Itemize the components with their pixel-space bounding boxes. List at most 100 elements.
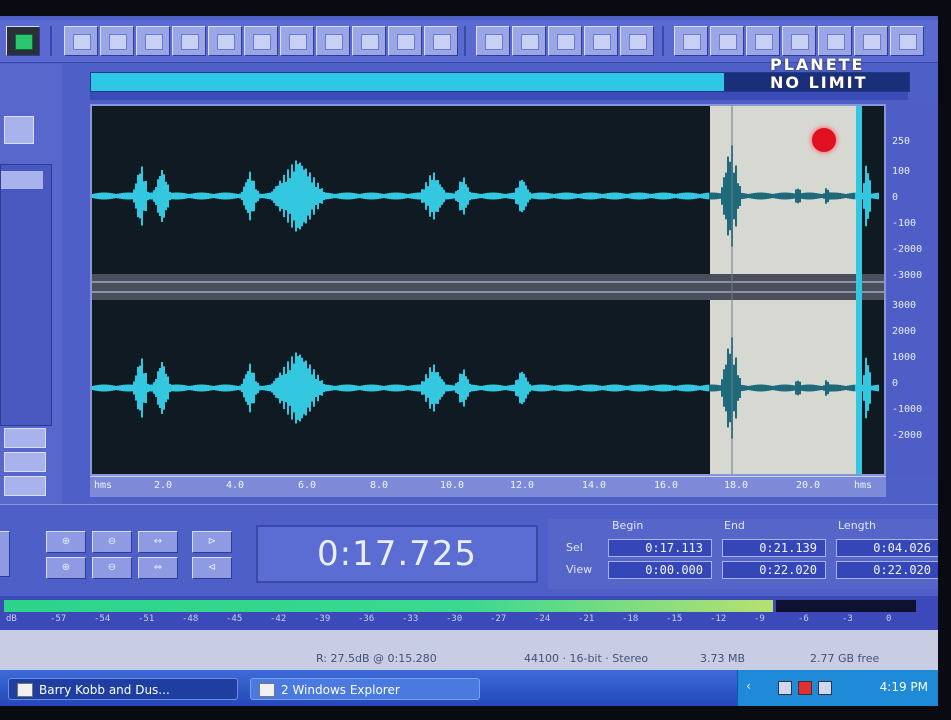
playback-cursor[interactable] — [856, 106, 862, 474]
cut-icon — [145, 34, 163, 50]
time-tick-label: 4.0 — [226, 480, 245, 491]
zoom-selection-button[interactable]: ⇔ — [138, 557, 178, 579]
multitrack-icon — [15, 34, 33, 50]
selection-length-field[interactable]: 0:04.026 — [836, 539, 938, 557]
effect-button-5[interactable] — [818, 26, 852, 56]
effect-button-3[interactable] — [746, 26, 780, 56]
channel-divider — [92, 274, 884, 300]
taskbar-item[interactable]: 2 Windows Explorer — [250, 678, 480, 700]
length-column-header: Length — [838, 519, 876, 532]
folder-icon — [259, 683, 275, 697]
effect-button-2[interactable] — [710, 26, 744, 56]
taskbar-item-label: Barry Kobb and Dus... — [39, 683, 170, 697]
transport-edge-button[interactable] — [0, 531, 10, 577]
selection-view-panel: Begin End Length Sel 0:17.113 0:21.139 0… — [548, 519, 938, 589]
zoom-full-button[interactable]: ↔ — [138, 531, 178, 553]
transport-panel: ⊕ ⊖ ↔ ⊕ ⊖ ⇔ ⊳ ⊲ 0:17.725 Begin End Lengt… — [0, 504, 938, 597]
level-meter: dB -57 -54 -51 -48 -45 -42 -39 -36 -33 -30 -27 -24 -2… — [0, 596, 938, 630]
windows-taskbar: Barry Kobb and Dus... 2 Windows Explorer… — [0, 670, 938, 706]
level-scale-label: -21 — [578, 614, 595, 624]
network-icon[interactable] — [778, 681, 792, 695]
mix-paste-button[interactable] — [280, 26, 314, 56]
zoom-left-button[interactable]: ⊳ — [192, 531, 232, 553]
level-scale-label: -9 — [754, 614, 765, 624]
effect-icon — [719, 34, 737, 50]
effect-button-6[interactable] — [854, 26, 888, 56]
view-end-field[interactable]: 0:22.020 — [722, 561, 826, 579]
toolbar-separator — [662, 26, 664, 56]
tray-clock: 4:19 PM — [879, 680, 928, 694]
level-meter-scale: dB -57 -54 -51 -48 -45 -42 -39 -36 -33 -30 -27 -24 -2… — [0, 614, 938, 628]
end-column-header: End — [724, 519, 745, 532]
settings-button[interactable] — [584, 26, 618, 56]
heart-logo-icon — [812, 128, 836, 152]
tray-expand-icon[interactable]: ‹ — [746, 679, 751, 693]
security-icon[interactable] — [798, 681, 812, 695]
multitrack-view-button[interactable] — [6, 26, 40, 56]
selection-end-field[interactable]: 0:21.139 — [722, 539, 826, 557]
spectral-view-button[interactable] — [476, 26, 510, 56]
time-tick-label: 16.0 — [654, 480, 679, 491]
file-list-item[interactable] — [1, 171, 43, 189]
waveform-display[interactable] — [90, 104, 886, 476]
panel-button[interactable] — [4, 476, 46, 496]
level-scale-label: -57 — [50, 614, 67, 624]
effect-icon — [755, 34, 773, 50]
zoom-selection-icon: ⇔ — [153, 562, 163, 573]
view-length-field[interactable]: 0:22.020 — [836, 561, 938, 579]
metronome-button[interactable] — [620, 26, 654, 56]
system-tray: ‹ 4:19 PM — [737, 670, 938, 706]
monitor-bezel-right — [938, 0, 951, 720]
amplitude-label: -3000 — [892, 270, 923, 281]
zoom-out-horizontal-button[interactable]: ⊖ — [92, 531, 132, 553]
wave-view-button[interactable] — [512, 26, 546, 56]
zoom-in-horizontal-button[interactable]: ⊕ — [46, 531, 86, 553]
level-scale-label: -30 — [446, 614, 463, 624]
trim-button[interactable] — [316, 26, 350, 56]
info-icon — [557, 34, 575, 50]
effect-button-1[interactable] — [674, 26, 708, 56]
time-tick-label: 2.0 — [154, 480, 173, 491]
status-bar: R: 27.5dB @ 0:15.280 44100 · 16-bit · St… — [0, 630, 938, 670]
time-tick-label: 8.0 — [370, 480, 389, 491]
zoom-in-vertical-button[interactable]: ⊕ — [46, 557, 86, 579]
repeat-button[interactable] — [424, 26, 458, 56]
selection-begin-field[interactable]: 0:17.113 — [608, 539, 712, 557]
waveform-canvas — [91, 106, 884, 474]
cut-button[interactable] — [136, 26, 170, 56]
save-file-button[interactable] — [100, 26, 134, 56]
time-ruler-start-label: hms — [94, 480, 113, 491]
effect-button-4[interactable] — [782, 26, 816, 56]
redo-icon — [397, 34, 415, 50]
level-scale-label: -12 — [710, 614, 727, 624]
level-scale-label: 0 — [886, 614, 892, 624]
amplitude-label: 250 — [892, 136, 911, 147]
taskbar-item[interactable]: Barry Kobb and Dus... — [8, 678, 238, 700]
time-ruler[interactable]: hms 2.0 4.0 6.0 8.0 10.0 12.0 14.0 16.0 … — [90, 476, 886, 497]
file-list[interactable] — [0, 164, 52, 426]
zoom-right-button[interactable]: ⊲ — [192, 557, 232, 579]
panel-dropdown[interactable] — [4, 428, 46, 448]
copy-button[interactable] — [172, 26, 206, 56]
redo-button[interactable] — [388, 26, 422, 56]
volume-icon[interactable] — [818, 681, 832, 695]
paste-button[interactable] — [208, 26, 242, 56]
selection-row-label: Sel — [566, 541, 583, 554]
open-file-button[interactable] — [64, 26, 98, 56]
status-item: 2.77 GB free — [810, 652, 880, 665]
status-item: 44100 · 16-bit · Stereo — [524, 652, 649, 665]
panel-tool-button[interactable] — [4, 116, 34, 144]
undo-button[interactable] — [352, 26, 386, 56]
effect-button-7[interactable] — [890, 26, 924, 56]
spectral-icon — [485, 34, 503, 50]
paste-new-button[interactable] — [244, 26, 278, 56]
monitor-bezel-top — [0, 0, 951, 16]
time-tick-label: 18.0 — [724, 480, 749, 491]
view-row-label: View — [566, 563, 593, 576]
zoom-out-vertical-button[interactable]: ⊖ — [92, 557, 132, 579]
watermark-line: PLANETE — [770, 55, 865, 74]
horizontal-scroll-track[interactable] — [90, 92, 908, 100]
panel-button[interactable] — [4, 452, 46, 472]
info-button[interactable] — [548, 26, 582, 56]
view-begin-field[interactable]: 0:00.000 — [608, 561, 712, 579]
